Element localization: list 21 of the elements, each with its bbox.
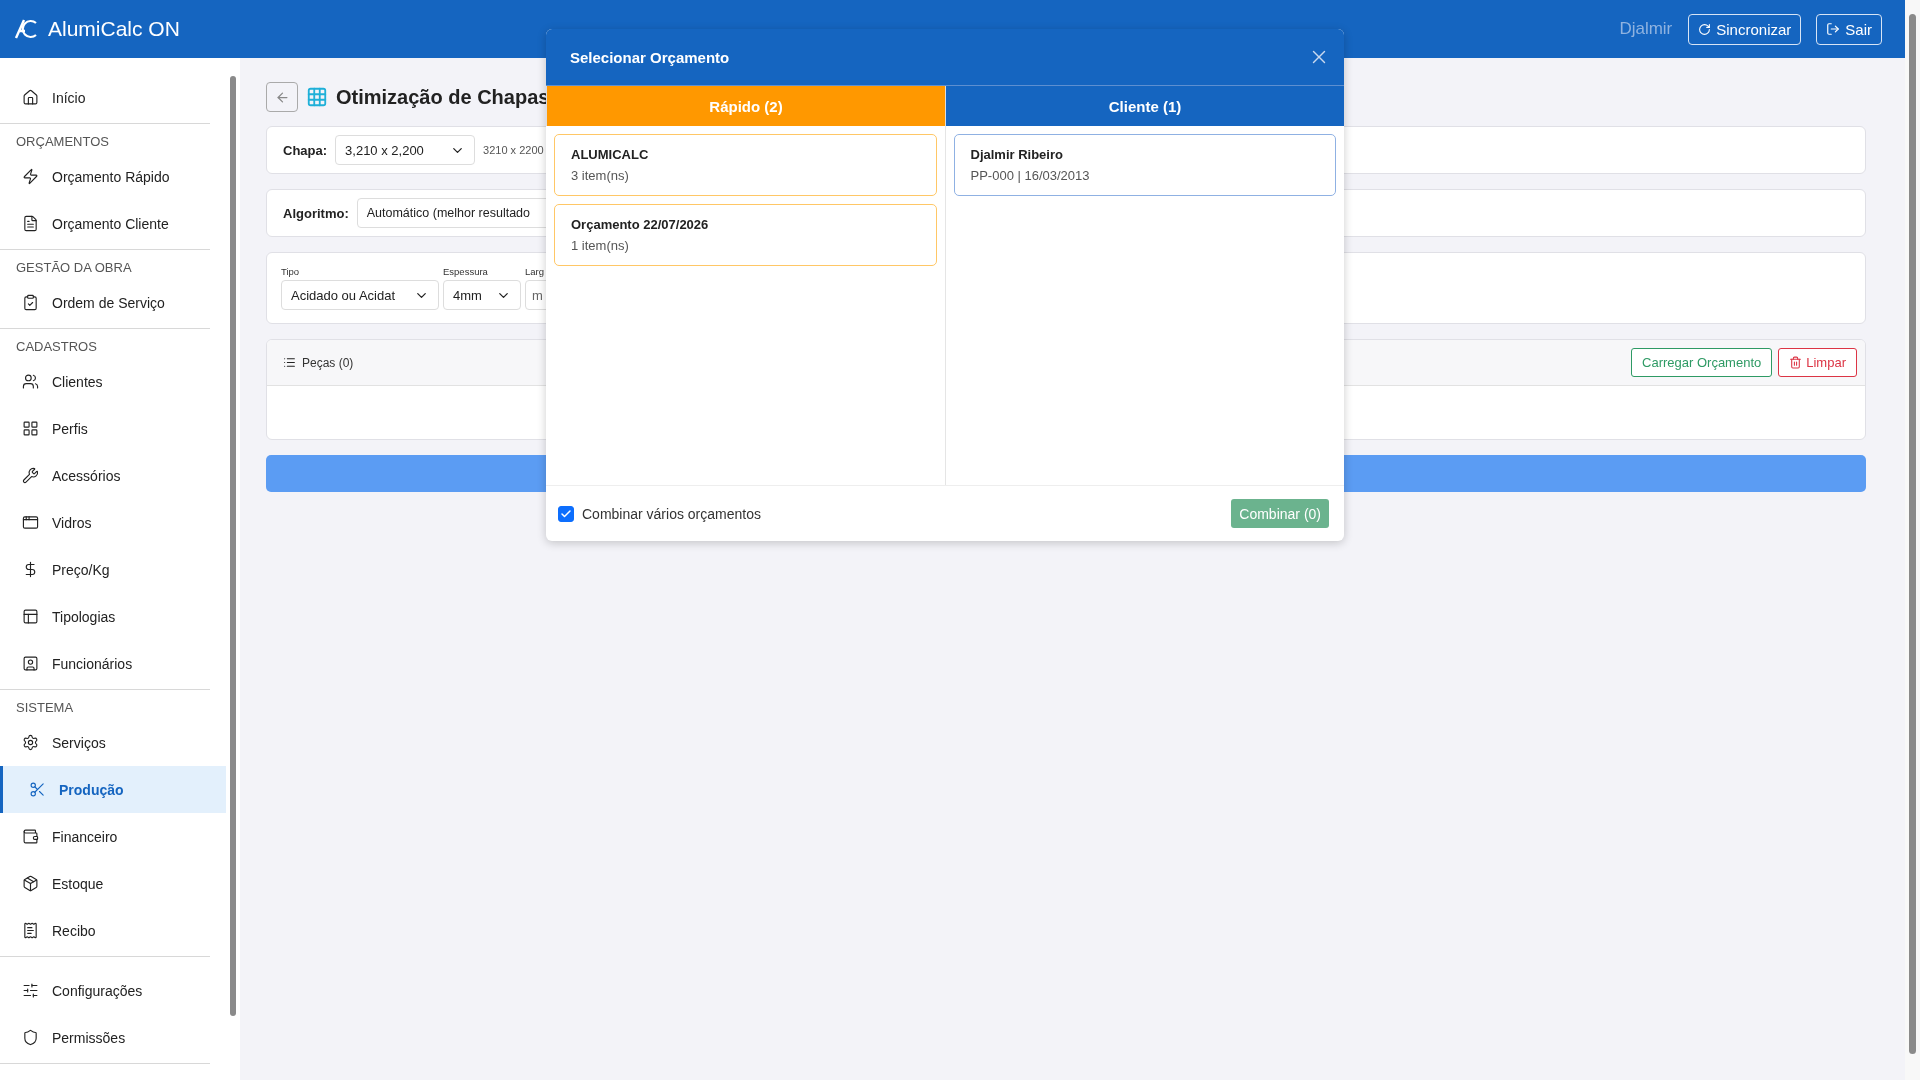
quote-title: Orçamento 22/07/2026 (571, 217, 710, 232)
quote-details: 1 item(ns) (571, 238, 630, 253)
modal-title: Selecionar Orçamento (570, 48, 730, 66)
field-label: Algoritmo: (283, 205, 349, 221)
section-heading: CADASTROS (15, 338, 98, 356)
section-heading: ORÇAMENTOS (15, 133, 110, 151)
field-label: Chapa: (283, 142, 328, 158)
field-label: Tipo (281, 266, 301, 277)
field-label: Larg (525, 266, 545, 277)
field-label: Espessura (443, 266, 489, 277)
section-heading: SISTEMA (15, 699, 75, 717)
checkbox-label: Combinar vários orçamentos (582, 505, 761, 522)
quote-details: 3 item(ns) (571, 168, 630, 183)
quote-title: ALUMICALC (571, 147, 650, 162)
quote-title: Djalmir Ribeiro (970, 147, 1064, 162)
app-title: AlumiCalc ON (48, 17, 180, 41)
section-heading: GESTÃO DA OBRA (15, 259, 133, 277)
user-name: Djalmir (1619, 19, 1673, 39)
size-note: 3210 x 2200 (483, 144, 544, 156)
quote-details: PP-000 | 16/03/2013 (970, 168, 1091, 183)
pieces-title: Peças (0) (302, 355, 354, 370)
